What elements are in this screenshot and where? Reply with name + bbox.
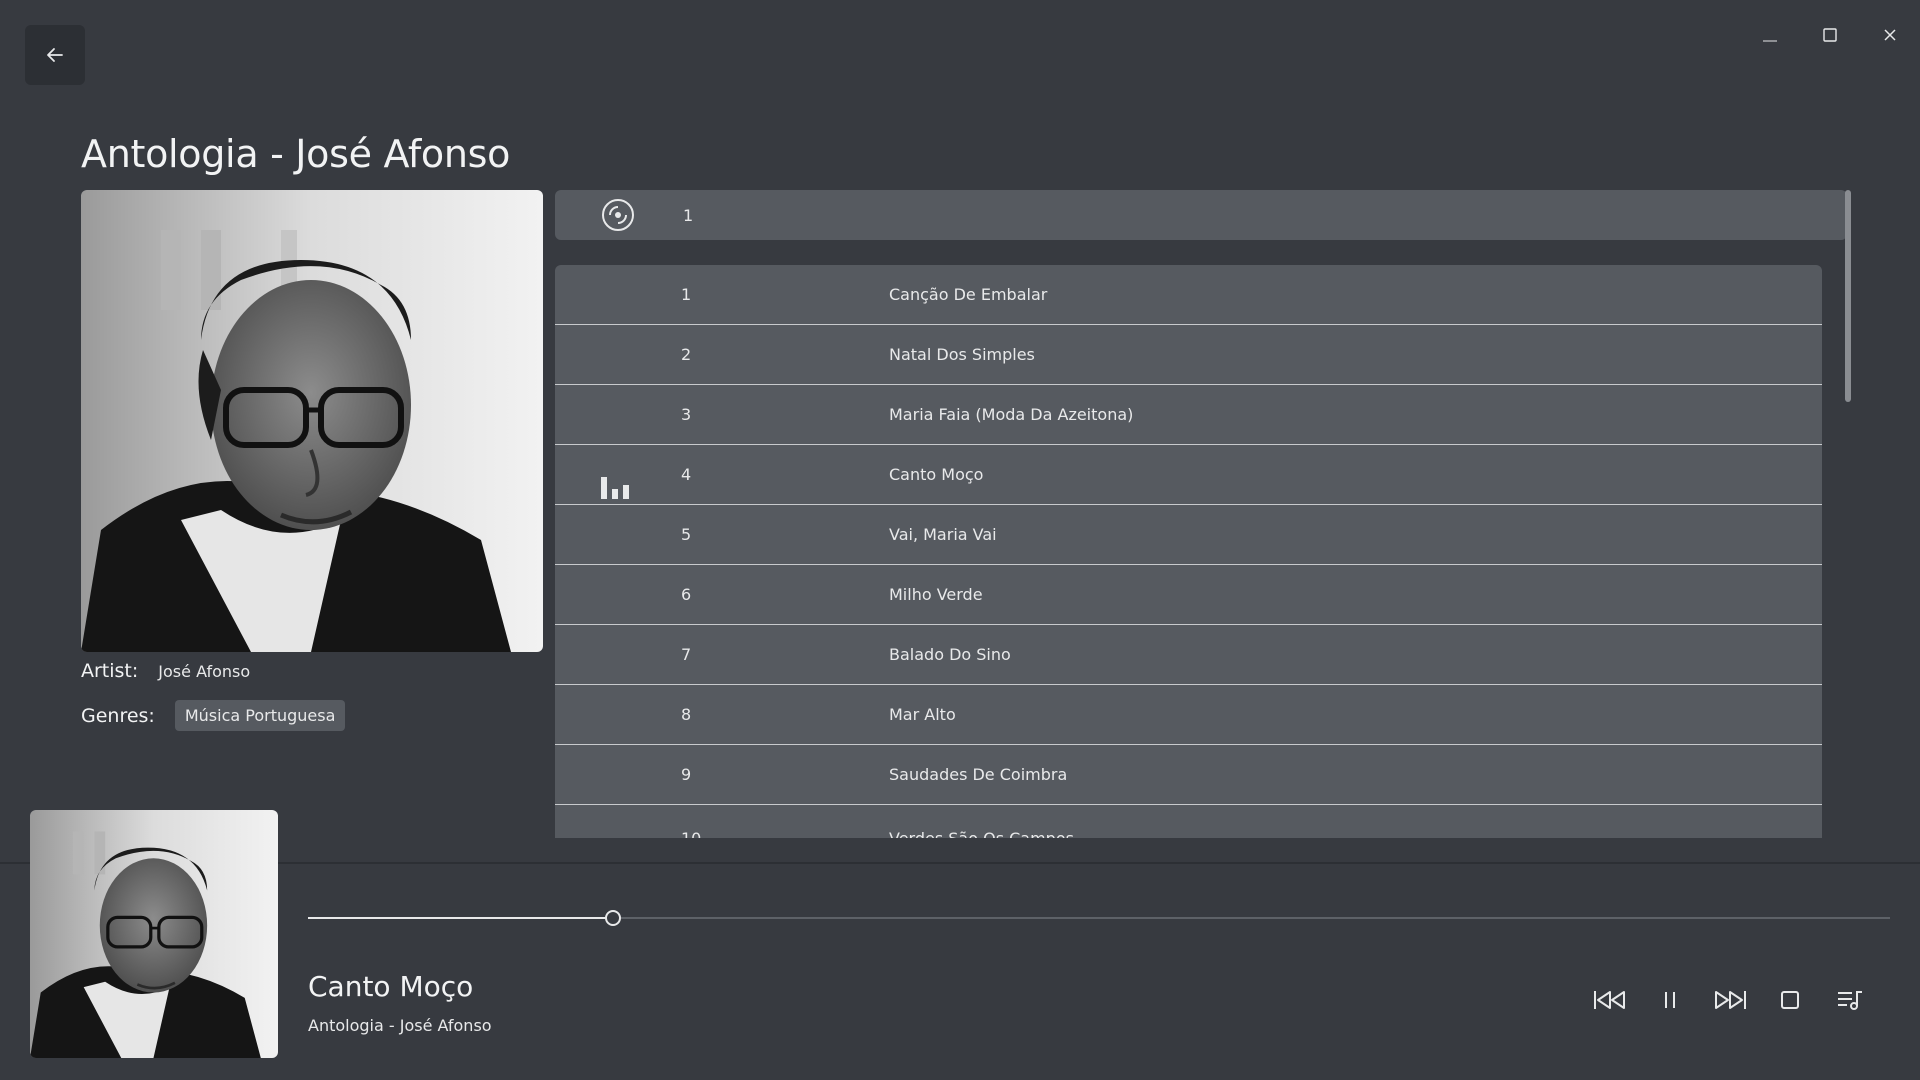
track-title: Natal Dos Simples bbox=[889, 345, 1035, 364]
back-button[interactable] bbox=[25, 25, 85, 85]
track-number: 1 bbox=[681, 285, 692, 304]
stop-icon bbox=[1781, 991, 1799, 1009]
maximize-button[interactable] bbox=[1800, 18, 1860, 52]
close-icon bbox=[1884, 29, 1896, 41]
artist-name[interactable]: José Afonso bbox=[158, 662, 250, 681]
track-list-panel: 1 1 Canção De Embalar 2 Natal Dos Simple… bbox=[555, 190, 1855, 838]
disc-header[interactable]: 1 bbox=[555, 190, 1847, 240]
now-playing-equalizer-icon bbox=[601, 477, 629, 499]
minimize-icon bbox=[1763, 40, 1777, 42]
stop-button[interactable] bbox=[1770, 980, 1810, 1020]
track-list: 1 Canção De Embalar 2 Natal Dos Simples … bbox=[555, 265, 1822, 838]
seek-progress bbox=[308, 917, 614, 919]
genres-label: Genres: bbox=[81, 704, 155, 727]
track-row[interactable]: 1 Canção De Embalar bbox=[555, 265, 1822, 325]
next-icon bbox=[1715, 991, 1746, 1009]
pause-button[interactable] bbox=[1650, 980, 1690, 1020]
album-cover bbox=[81, 190, 543, 652]
track-title: Verdes São Os Campos bbox=[889, 829, 1074, 838]
window-controls bbox=[1740, 18, 1920, 52]
track-title: Vai, Maria Vai bbox=[889, 525, 997, 544]
track-row[interactable]: 6 Milho Verde bbox=[555, 565, 1822, 625]
now-playing-album[interactable]: Antologia - José Afonso bbox=[308, 1016, 492, 1035]
track-row[interactable]: 10 Verdes São Os Campos bbox=[555, 805, 1822, 838]
track-row[interactable]: 7 Balado Do Sino bbox=[555, 625, 1822, 685]
track-row[interactable]: 8 Mar Alto bbox=[555, 685, 1822, 745]
track-row[interactable]: 2 Natal Dos Simples bbox=[555, 325, 1822, 385]
track-title: Saudades De Coimbra bbox=[889, 765, 1068, 784]
track-number: 4 bbox=[681, 465, 692, 484]
track-list-scrollbar[interactable] bbox=[1845, 190, 1851, 402]
artist-label: Artist: bbox=[81, 660, 139, 682]
track-number: 8 bbox=[681, 705, 692, 724]
queue-button[interactable] bbox=[1830, 980, 1870, 1020]
track-number: 2 bbox=[681, 345, 692, 364]
player-bar bbox=[0, 862, 1920, 1080]
track-title: Canção De Embalar bbox=[889, 285, 1048, 304]
disc-icon bbox=[602, 199, 634, 231]
playback-controls bbox=[1590, 980, 1870, 1020]
artist-row: Artist: José Afonso bbox=[81, 660, 250, 682]
close-button[interactable] bbox=[1860, 18, 1920, 52]
track-title: Milho Verde bbox=[889, 585, 983, 604]
track-row[interactable]: 5 Vai, Maria Vai bbox=[555, 505, 1822, 565]
now-playing-title: Canto Moço bbox=[308, 970, 474, 1003]
track-row[interactable]: 9 Saudades De Coimbra bbox=[555, 745, 1822, 805]
previous-button[interactable] bbox=[1590, 980, 1630, 1020]
track-title: Mar Alto bbox=[889, 705, 956, 724]
album-title: Antologia - José Afonso bbox=[81, 132, 511, 176]
track-number: 7 bbox=[681, 645, 692, 664]
track-title: Balado Do Sino bbox=[889, 645, 1011, 664]
track-number: 6 bbox=[681, 585, 692, 604]
pause-icon bbox=[1665, 992, 1675, 1008]
track-row[interactable]: 3 Maria Faia (Moda Da Azeitona) bbox=[555, 385, 1822, 445]
disc-number: 1 bbox=[683, 205, 694, 225]
genre-chip[interactable]: Música Portuguesa bbox=[174, 700, 346, 731]
previous-icon bbox=[1594, 991, 1625, 1009]
track-number: 10 bbox=[681, 829, 701, 838]
track-number: 5 bbox=[681, 525, 692, 544]
genres-row: Genres: Música Portuguesa bbox=[81, 700, 346, 731]
maximize-icon bbox=[1823, 28, 1837, 42]
track-number: 3 bbox=[681, 405, 692, 424]
queue-icon bbox=[1838, 991, 1862, 1010]
track-title: Canto Moço bbox=[889, 465, 984, 484]
track-number: 9 bbox=[681, 765, 692, 784]
now-playing-cover[interactable] bbox=[30, 810, 278, 1058]
track-title: Maria Faia (Moda Da Azeitona) bbox=[889, 405, 1134, 424]
next-button[interactable] bbox=[1710, 980, 1750, 1020]
track-row-playing[interactable]: 4 Canto Moço bbox=[555, 445, 1822, 505]
minimize-button[interactable] bbox=[1740, 18, 1800, 52]
arrow-left-icon bbox=[47, 48, 63, 62]
seek-bar[interactable] bbox=[308, 910, 1890, 926]
